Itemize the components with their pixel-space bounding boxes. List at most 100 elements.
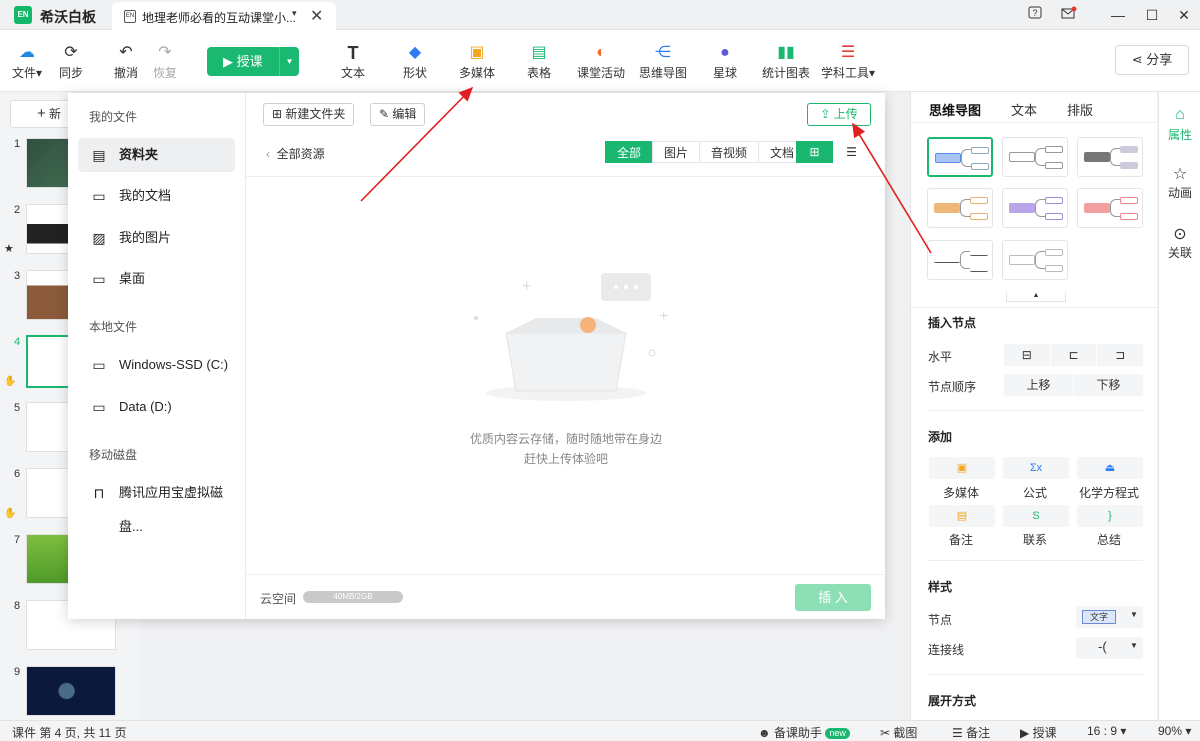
divider	[928, 560, 1143, 561]
zoom-select[interactable]: 90% ▾	[1158, 724, 1191, 738]
divider	[928, 674, 1143, 675]
mindmap-style-8[interactable]	[1002, 240, 1068, 280]
sidebar-item-drive-c[interactable]: ▭ Windows-SSD (C:)	[78, 348, 235, 382]
slide-number: 8	[14, 600, 21, 612]
redo-icon: ↷	[158, 44, 172, 61]
horizontal-label: 水平	[928, 350, 953, 364]
link-icon[interactable]: S	[1003, 505, 1069, 527]
note-icon[interactable]: ▤	[929, 505, 995, 527]
section-removable: 移动磁盘	[89, 448, 138, 462]
slide-number: 3	[14, 270, 21, 282]
ratio-select[interactable]: 16 : 9 ▾	[1087, 724, 1126, 738]
teach-dropdown-icon[interactable]: ▼	[279, 47, 299, 76]
formula-icon[interactable]: Σx	[1003, 457, 1069, 479]
tab-mindmap[interactable]: 思维导图	[929, 100, 981, 119]
notes-button[interactable]: ☰ 备注	[952, 724, 990, 741]
insert-child-icon[interactable]: ⊏	[1049, 344, 1097, 366]
chevron-left-icon: ‹	[266, 147, 270, 161]
slide-number: 6	[14, 468, 21, 480]
filter-audio-video[interactable]: 音视频	[699, 141, 760, 163]
sidebar-item-my-pictures[interactable]: ▨ 我的图片	[78, 221, 235, 255]
list-view-icon[interactable]: ☰	[833, 141, 870, 163]
text-tool[interactable]: T 文本	[338, 42, 368, 81]
mindmap-style-4[interactable]	[927, 188, 993, 228]
teach-button[interactable]: ▶ 授课 ▼	[207, 47, 299, 76]
breadcrumb[interactable]: ‹ 全部资源	[266, 145, 325, 162]
rail-properties[interactable]: ⌂ 属性	[1159, 106, 1200, 143]
mindmap-style-1[interactable]	[927, 137, 993, 177]
connector-icon: -(	[1098, 639, 1107, 654]
edit-button[interactable]: ✎ 编辑	[370, 103, 426, 126]
insert-button[interactable]: 插 入	[795, 584, 871, 611]
node-label: 节点	[928, 613, 953, 627]
sidebar-item-my-documents[interactable]: ▭ 我的文档	[78, 179, 235, 213]
mindmap-style-7[interactable]	[927, 240, 993, 280]
upload-button[interactable]: ⇪ 上传	[807, 103, 871, 126]
collapse-icon[interactable]: ▲	[1006, 292, 1066, 302]
summary-label: 总结	[1096, 533, 1121, 547]
text-icon: T	[347, 43, 359, 63]
sidebar-item-usb[interactable]: ⊓ 腾讯应用宝虚拟磁盘...	[78, 476, 235, 534]
file-menu[interactable]: ☁ 文件▾	[10, 42, 44, 81]
empty-hint-line1: 优质内容云存储，随时随地带在身边	[469, 432, 662, 446]
screenshot-button[interactable]: ✂ 截图	[880, 724, 917, 741]
filter-all[interactable]: 全部	[605, 141, 654, 163]
document-icon: EN	[124, 10, 136, 23]
summary-icon[interactable]: }	[1077, 505, 1143, 527]
insert-node-heading: 插入节点	[928, 316, 977, 330]
mindmap-style-6[interactable]	[1077, 188, 1143, 228]
mail-icon[interactable]	[1057, 4, 1081, 26]
add-media-icon[interactable]: ▣	[929, 457, 995, 479]
chem-equation-icon[interactable]: ⏏	[1077, 457, 1143, 479]
subject-tools-menu[interactable]: ☰ 学科工具▾	[820, 42, 876, 81]
maximize-icon[interactable]: ☐	[1140, 4, 1164, 26]
mindmap-tool[interactable]: ⋲ 思维导图	[638, 42, 688, 81]
page-info: 课件 第 4 页, 共 11 页	[12, 726, 127, 740]
media-tool[interactable]: ▣ 多媒体	[457, 42, 497, 81]
insert-parent-icon[interactable]: ⊐	[1096, 344, 1143, 366]
chart-tool[interactable]: ▮▮ 统计图表	[761, 42, 811, 81]
mindmap-style-2[interactable]	[1002, 137, 1068, 177]
undo-button[interactable]: ↶ 撤消	[112, 42, 140, 81]
rail-link[interactable]: ⊙ 关联	[1159, 224, 1200, 261]
connector-style-select[interactable]: -( ▼	[1076, 637, 1143, 659]
close-window-icon[interactable]: ✕	[1172, 4, 1196, 26]
sidebar-item-materials[interactable]: ▤ 资料夹	[78, 138, 235, 172]
teach-status-button[interactable]: ▶ 授课	[1020, 724, 1057, 741]
redo-button[interactable]: ↷ 恢复	[151, 42, 179, 81]
tab-layout[interactable]: 排版	[1067, 100, 1093, 119]
grid-view-icon[interactable]: ⊞	[796, 141, 833, 163]
filter-images[interactable]: 图片	[652, 141, 701, 163]
tab-dropdown-icon[interactable]: ▾	[292, 8, 297, 19]
add-folder-icon: ⊞	[272, 107, 283, 121]
mindmap-style-5[interactable]	[1002, 188, 1068, 228]
planet-tool[interactable]: ● 星球	[710, 42, 740, 81]
mindmap-style-3[interactable]	[1077, 137, 1143, 177]
help-icon[interactable]: ?	[1023, 4, 1047, 26]
sidebar-item-drive-d[interactable]: ▭ Data (D:)	[78, 390, 235, 424]
tab-close-icon[interactable]: ✕	[310, 6, 323, 26]
move-down-button[interactable]: 下移	[1073, 374, 1143, 396]
status-bar: 课件 第 4 页, 共 11 页 ☻ 备课助手 new ✂ 截图 ☰ 备注 ▶ …	[0, 720, 1200, 740]
insert-sibling-icon[interactable]: ⊟	[1003, 344, 1050, 366]
sync-button[interactable]: ⟳ 同步	[56, 42, 86, 81]
rail-animation[interactable]: ☆ 动画	[1159, 164, 1200, 201]
insert-node-buttons: ⊟ ⊏ ⊐	[1003, 344, 1143, 366]
class-activity-tool[interactable]: ◐ 课堂活动	[576, 42, 626, 81]
document-tab-title: 地理老师必看的互动课堂小...	[142, 11, 297, 25]
new-folder-button[interactable]: ⊞ 新建文件夹	[263, 103, 355, 126]
document-tab[interactable]: EN 地理老师必看的互动课堂小... ▾ ✕	[112, 2, 336, 30]
sidebar-item-desktop[interactable]: ▭ 桌面	[78, 262, 235, 296]
move-up-button[interactable]: 上移	[1003, 374, 1073, 396]
node-style-select[interactable]: 文字 ▼	[1076, 606, 1143, 628]
svg-text:+: +	[522, 278, 531, 295]
share-button[interactable]: ⋖ 分享	[1115, 45, 1189, 75]
minimize-icon[interactable]: —	[1106, 4, 1130, 26]
assistant-button[interactable]: ☻ 备课助手 new	[758, 724, 850, 741]
new-slide-button[interactable]: + 新	[10, 100, 72, 128]
main-toolbar: ☁ 文件▾ ⟳ 同步 ↶ 撤消 ↷ 恢复 T 文本 ◆ 形状 ▣ 多媒体 ▤ 表格 ◐ 课堂活动 …	[0, 30, 1200, 92]
slide-thumbnail[interactable]	[26, 666, 116, 716]
tab-text[interactable]: 文本	[1011, 100, 1037, 119]
table-tool[interactable]: ▤ 表格	[524, 42, 554, 81]
shape-tool[interactable]: ◆ 形状	[400, 42, 430, 81]
